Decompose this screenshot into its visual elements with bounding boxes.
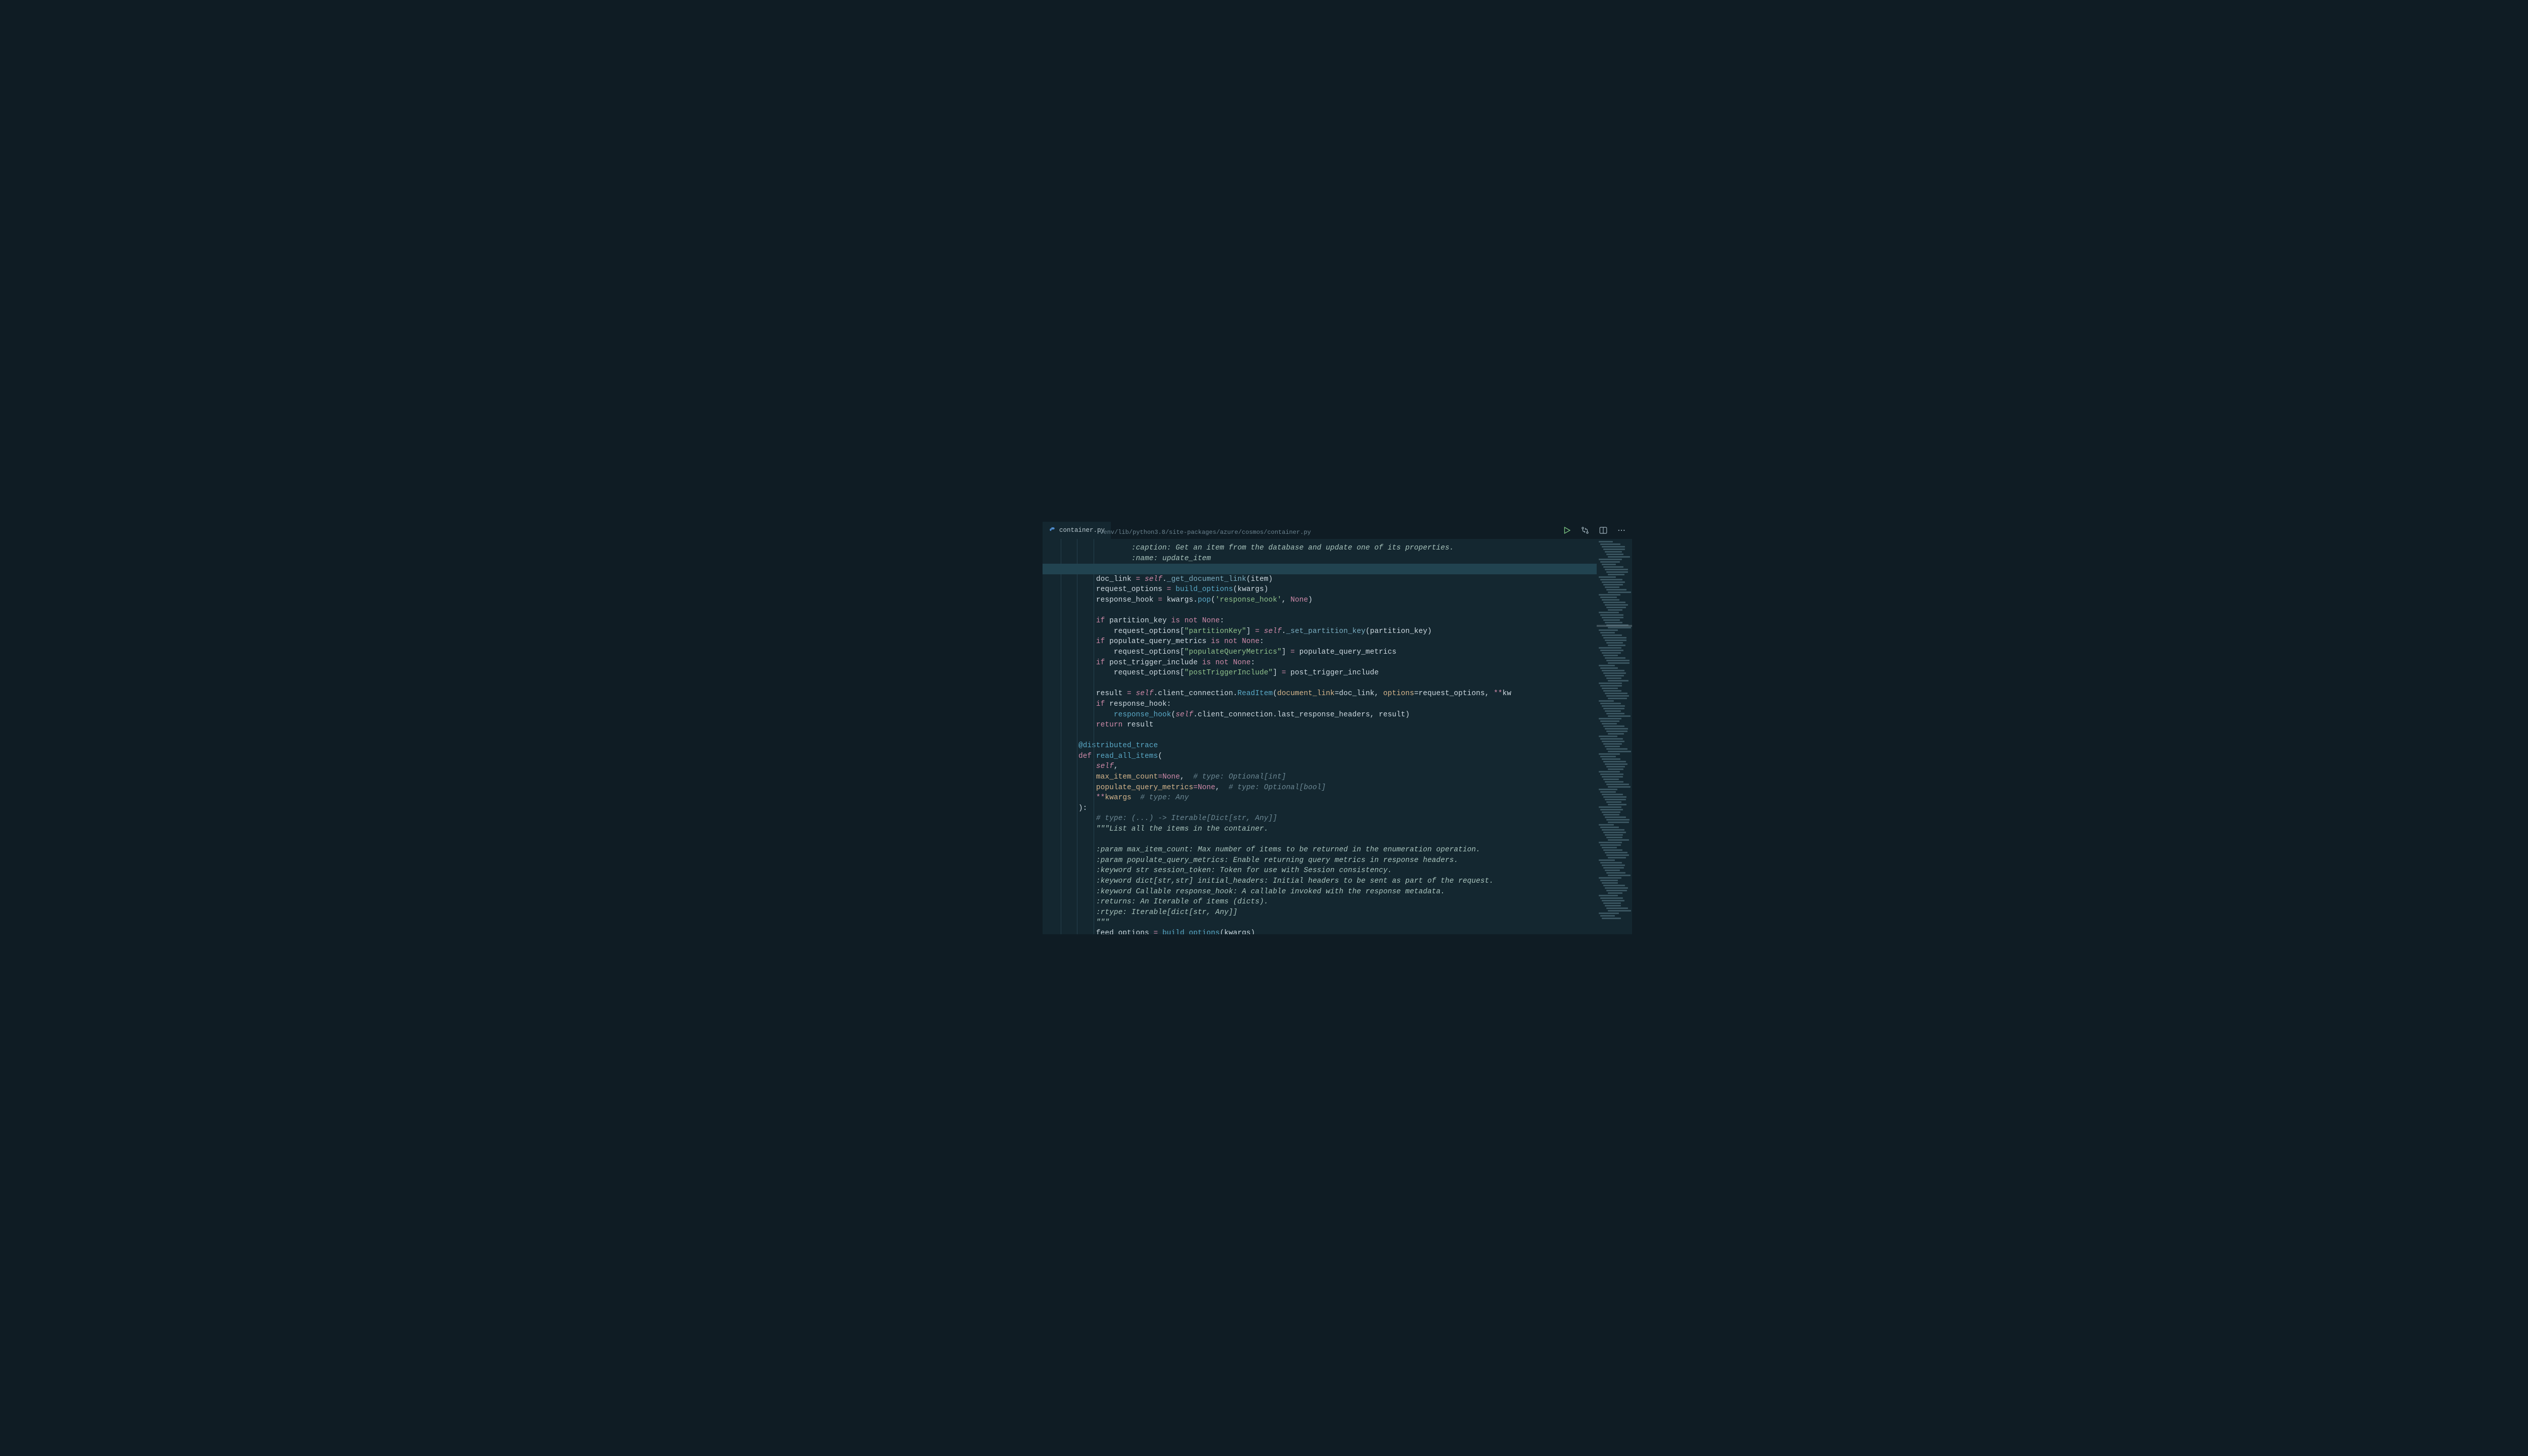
code-area[interactable]: :caption: Get an item from the database … bbox=[1043, 539, 1597, 934]
code-text: :caption: Get an item from the database … bbox=[1043, 539, 1597, 934]
minimap-content bbox=[1599, 541, 1630, 919]
editor-window: container.py .venv/lib/python3.8/site-pa… bbox=[896, 522, 1632, 934]
editor-body: :caption: Get an item from the database … bbox=[1043, 539, 1632, 934]
tab-actions bbox=[1561, 522, 1627, 539]
minimap-viewport-indicator[interactable] bbox=[1597, 625, 1632, 627]
run-icon[interactable] bbox=[1561, 525, 1572, 536]
breadcrumb-path: .venv/lib/python3.8/site-packages/azure/… bbox=[1096, 529, 1311, 536]
git-compare-icon[interactable] bbox=[1579, 525, 1591, 536]
minimap[interactable] bbox=[1597, 539, 1632, 934]
python-file-icon bbox=[1049, 527, 1056, 534]
more-icon[interactable] bbox=[1616, 525, 1627, 536]
left-gutter bbox=[896, 522, 1043, 934]
split-editor-icon[interactable] bbox=[1598, 525, 1609, 536]
